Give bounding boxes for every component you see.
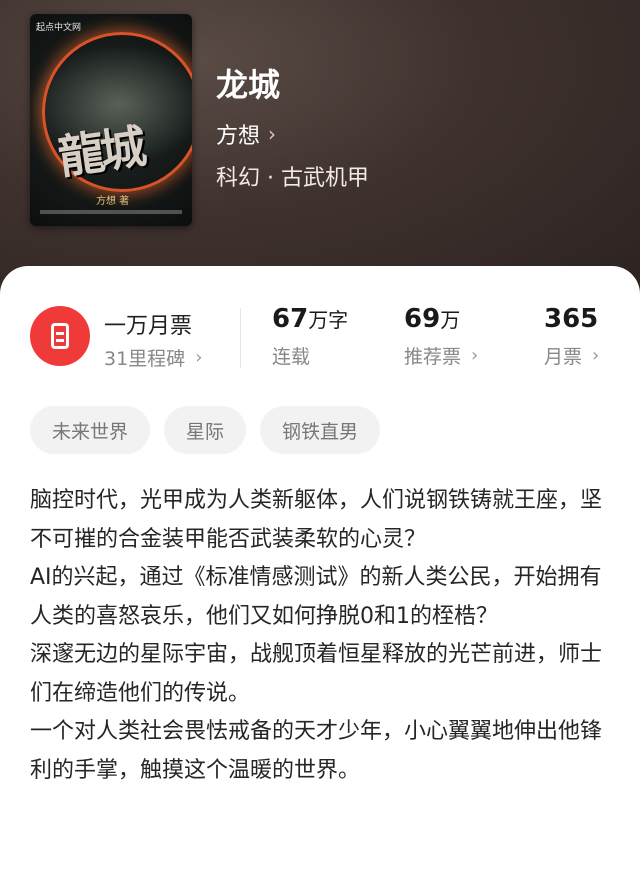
stat-recommend[interactable]: 69万 推荐票 › [404, 304, 478, 369]
divider [240, 308, 241, 368]
book-info-card: 一万月票 31里程碑 › 67万字 连载 69万 推荐票 › 365 月票 › 未来… [0, 266, 640, 884]
synopsis-paragraph: 一个对人类社会畏怯戒备的天才少年，小心翼翼地伸出他锋利的手掌，触摸这个温暖的世界… [30, 719, 603, 783]
stat-word-count: 67万字 连载 [272, 304, 348, 369]
synopsis[interactable]: 脑控时代，光甲成为人类新躯体，人们说钢铁铸就王座，坚不可摧的合金装甲能否武装柔软… [30, 482, 602, 790]
rank-milestone[interactable]: 31里程碑 › [104, 344, 202, 371]
tag-chip[interactable]: 星际 [164, 406, 247, 454]
tag-chip[interactable]: 未来世界 [30, 406, 151, 454]
chevron-right-icon: › [268, 122, 277, 146]
tag-chip[interactable]: 钢铁直男 [260, 406, 381, 454]
chevron-right-icon: › [195, 347, 203, 368]
stat-label: 推荐票 [404, 346, 462, 368]
cover-author: 方想 著 [96, 196, 130, 207]
author-name: 方想 [216, 124, 261, 149]
author-link[interactable]: 方想 › [216, 118, 276, 150]
synopsis-paragraph: AI的兴起，通过《标准情感测试》的新人类公民，开始拥有人类的喜怒哀乐，他们又如何… [30, 565, 602, 629]
stat-value: 365 [544, 304, 599, 334]
book-cover[interactable]: 起点中文网 龍城 方想 著 [30, 14, 192, 226]
rank-title[interactable]: 一万月票 [104, 308, 192, 340]
synopsis-paragraph: 深邃无边的星际宇宙，战舰顶着恒星释放的光芒前进，师士们在缔造他们的传说。 [30, 642, 603, 706]
cover-strip [40, 210, 182, 214]
chevron-right-icon: › [471, 345, 479, 366]
cover-publisher: 起点中文网 [36, 23, 82, 33]
stat-unit: 万 [440, 308, 461, 332]
stat-monthly-ticket[interactable]: 365 月票 › [544, 304, 599, 369]
stat-label: 连载 [272, 346, 311, 368]
tag-list: 未来世界 星际 钢铁直男 [30, 406, 394, 454]
stat-value: 69 [404, 304, 441, 334]
stat-label: 月票 [544, 346, 583, 368]
ticket-icon [30, 306, 90, 366]
cover-title: 龍城 [55, 119, 146, 185]
book-title: 龙城 [216, 66, 281, 104]
stat-value: 67 [272, 304, 309, 334]
rank-subtitle: 31里程碑 [104, 348, 186, 370]
chevron-right-icon: › [592, 345, 600, 366]
synopsis-paragraph: 脑控时代，光甲成为人类新躯体，人们说钢铁铸就王座，坚不可摧的合金装甲能否武装柔软… [30, 488, 603, 552]
book-genre: 科幻 · 古武机甲 [216, 166, 369, 191]
stat-unit: 万字 [308, 308, 349, 332]
book-header: 起点中文网 龍城 方想 著 龙城 方想 › 科幻 · 古武机甲 [0, 0, 640, 300]
